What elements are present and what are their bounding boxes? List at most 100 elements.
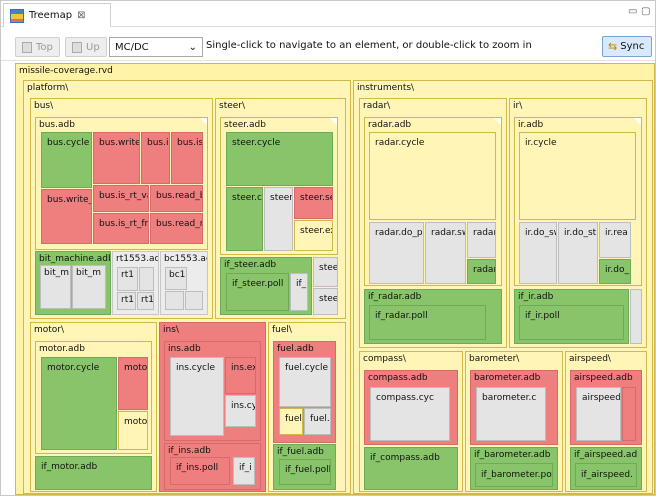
node-fuel-2[interactable]: fuel. [304, 408, 331, 435]
maximize-icon[interactable]: ▢ [641, 6, 650, 17]
node-label: bus.is_rt_fre [99, 219, 149, 229]
node-label: radar.do_pi [375, 228, 424, 238]
node-bus-write-r[interactable]: bus.write_r [41, 189, 92, 244]
node-ir-do-st[interactable]: ir.do_st [558, 222, 598, 284]
node-label: radar.adb [368, 120, 412, 130]
node-ir-cycle[interactable]: ir.cycle [519, 132, 636, 220]
node-bit-m-1[interactable]: bit_m [40, 265, 71, 309]
node-bus-is[interactable]: bus.is [141, 132, 170, 184]
node-if-compass-adb[interactable]: if_compass.adb [364, 447, 458, 490]
node-stee-1[interactable]: stee [313, 257, 338, 287]
node-label: moto [124, 417, 148, 427]
node-motor-cycle[interactable]: motor.cycle [41, 357, 117, 450]
node-ir-rea[interactable]: ir.rea [599, 222, 631, 258]
node-label: if_steer.poll [232, 279, 284, 289]
toolbar: Top Up MC/DC ⌄ Single-click to navigate … [1, 28, 655, 61]
node-bus-read-b[interactable]: bus.read_b [150, 185, 203, 212]
node-label: steer.adb [224, 120, 266, 130]
node-compass-cyc[interactable]: compass.cyc [370, 387, 450, 441]
node-steer-ex[interactable]: steer.ex [294, 220, 333, 251]
fold-corner [634, 118, 641, 125]
node-fuel-cycle[interactable]: fuel.cycle [279, 357, 331, 407]
node-airspeed-dot[interactable]: airspeed. [576, 387, 621, 441]
node-label: steer\ [219, 101, 246, 111]
fold-corner [494, 118, 501, 125]
node-steer-cycle[interactable]: steer.cycle [226, 132, 333, 186]
node-radar-cycle[interactable]: radar.cycle [369, 132, 496, 220]
node-if-fuel-poll[interactable]: if_fuel.poll [279, 459, 331, 485]
node-label: ir.do_st [564, 228, 597, 238]
node-ins-cycle[interactable]: ins.cycle [170, 357, 224, 436]
top-button[interactable]: Top [15, 37, 60, 57]
node-steer-c[interactable]: steer.c [226, 187, 263, 251]
node-fuel-1[interactable]: fuel. [279, 408, 303, 435]
node-bus-is-2[interactable]: bus.is [171, 132, 203, 184]
node-steer-se[interactable]: steer.se [294, 187, 333, 219]
node-bc1-extra-1[interactable] [165, 291, 184, 310]
node-airspeed-small[interactable] [622, 387, 636, 441]
node-if-airspeed-dot[interactable]: if_airspeed. [575, 463, 637, 487]
node-label: if_airspeed. [581, 470, 633, 480]
node-barometer-c[interactable]: barometer.c [476, 387, 546, 441]
metric-select[interactable]: MC/DC ⌄ [109, 37, 203, 57]
node-radar-do-pi[interactable]: radar.do_pi [369, 222, 424, 284]
node-label: if_ins.poll [176, 463, 219, 473]
node-label: rt1553.ad [116, 254, 159, 264]
view-tab-bar: Treemap ⊠ ▭ ▢ [1, 1, 655, 27]
node-label: steer.ex [300, 226, 333, 236]
node-bit-m-2[interactable]: bit_m [72, 265, 106, 309]
node-stee-2[interactable]: stee [313, 288, 338, 315]
node-label: instruments\ [357, 83, 415, 93]
top-button-label: Top [36, 41, 53, 53]
node-moto-1[interactable]: moto [118, 357, 148, 410]
node-label: if_airspeed.ad [574, 450, 638, 460]
node-radar-sw[interactable]: radar.sw [425, 222, 466, 284]
node-ir-do[interactable]: ir.do_ [599, 259, 631, 284]
minimize-icon[interactable]: ▭ [628, 6, 637, 17]
chevron-down-icon: ⌄ [188, 41, 197, 53]
node-ins-cy[interactable]: ins.cy [225, 395, 256, 427]
node-if-steer-poll[interactable]: if_steer.poll [226, 273, 289, 311]
node-label: fuel. [310, 414, 330, 424]
node-label: ir.do_sw [525, 228, 556, 238]
node-bus-read-rt[interactable]: bus.read_rt [150, 213, 203, 244]
node-label: if_ir.poll [525, 311, 560, 321]
node-rt1-c[interactable]: rt1 [137, 292, 154, 310]
node-if-radar-poll[interactable]: if_radar.poll [369, 305, 486, 340]
tab-treemap[interactable]: Treemap ⊠ [3, 3, 111, 27]
node-ir-do-sw[interactable]: ir.do_sw [519, 222, 557, 284]
node-rt1-b[interactable]: rt1 [117, 292, 136, 310]
top-icon [22, 41, 32, 53]
node-bus-is-rt-valid[interactable]: bus.is_rt_vali [93, 185, 149, 212]
node-label: ir.cycle [525, 138, 557, 148]
up-button[interactable]: Up [65, 37, 107, 57]
node-if-motor-adb[interactable]: if_motor.adb [35, 456, 152, 490]
node-bc1[interactable]: bc1 [165, 267, 187, 290]
up-icon [72, 41, 82, 53]
node-radar-2[interactable]: radar [467, 259, 496, 284]
node-label: bit_m [76, 268, 102, 278]
node-rt1-a[interactable]: rt1 [117, 267, 138, 291]
node-rt1-extra[interactable] [139, 267, 154, 291]
node-bc1-extra-2[interactable] [185, 291, 203, 310]
node-if-ins-poll[interactable]: if_ins.poll [170, 457, 230, 485]
node-ir-small[interactable] [630, 289, 642, 344]
node-if-steer-small[interactable]: if_ [290, 273, 308, 311]
treemap-icon [10, 8, 24, 23]
node-steer-dot[interactable]: steer. [264, 187, 293, 251]
node-moto-2[interactable]: moto [118, 411, 148, 450]
node-radar-1[interactable]: radar [467, 222, 496, 258]
node-if-i[interactable]: if_i [233, 457, 255, 485]
node-label: if_ [296, 279, 307, 289]
node-label: compass.cyc [376, 393, 434, 403]
node-bus-is-rt-free[interactable]: bus.is_rt_fre [93, 213, 149, 244]
node-label: bus.adb [39, 120, 75, 130]
node-if-barometer-po[interactable]: if_barometer.po [475, 463, 553, 487]
close-icon[interactable]: ⊠ [77, 10, 85, 21]
sync-button[interactable]: ⇆ Sync [602, 36, 652, 57]
node-if-ir-poll[interactable]: if_ir.poll [519, 305, 624, 340]
node-bus-write[interactable]: bus.write_ [93, 132, 140, 184]
fold-corner [200, 118, 207, 125]
node-bus-cycle[interactable]: bus.cycle [41, 132, 92, 188]
node-ins-ex[interactable]: ins.ex [225, 357, 256, 394]
